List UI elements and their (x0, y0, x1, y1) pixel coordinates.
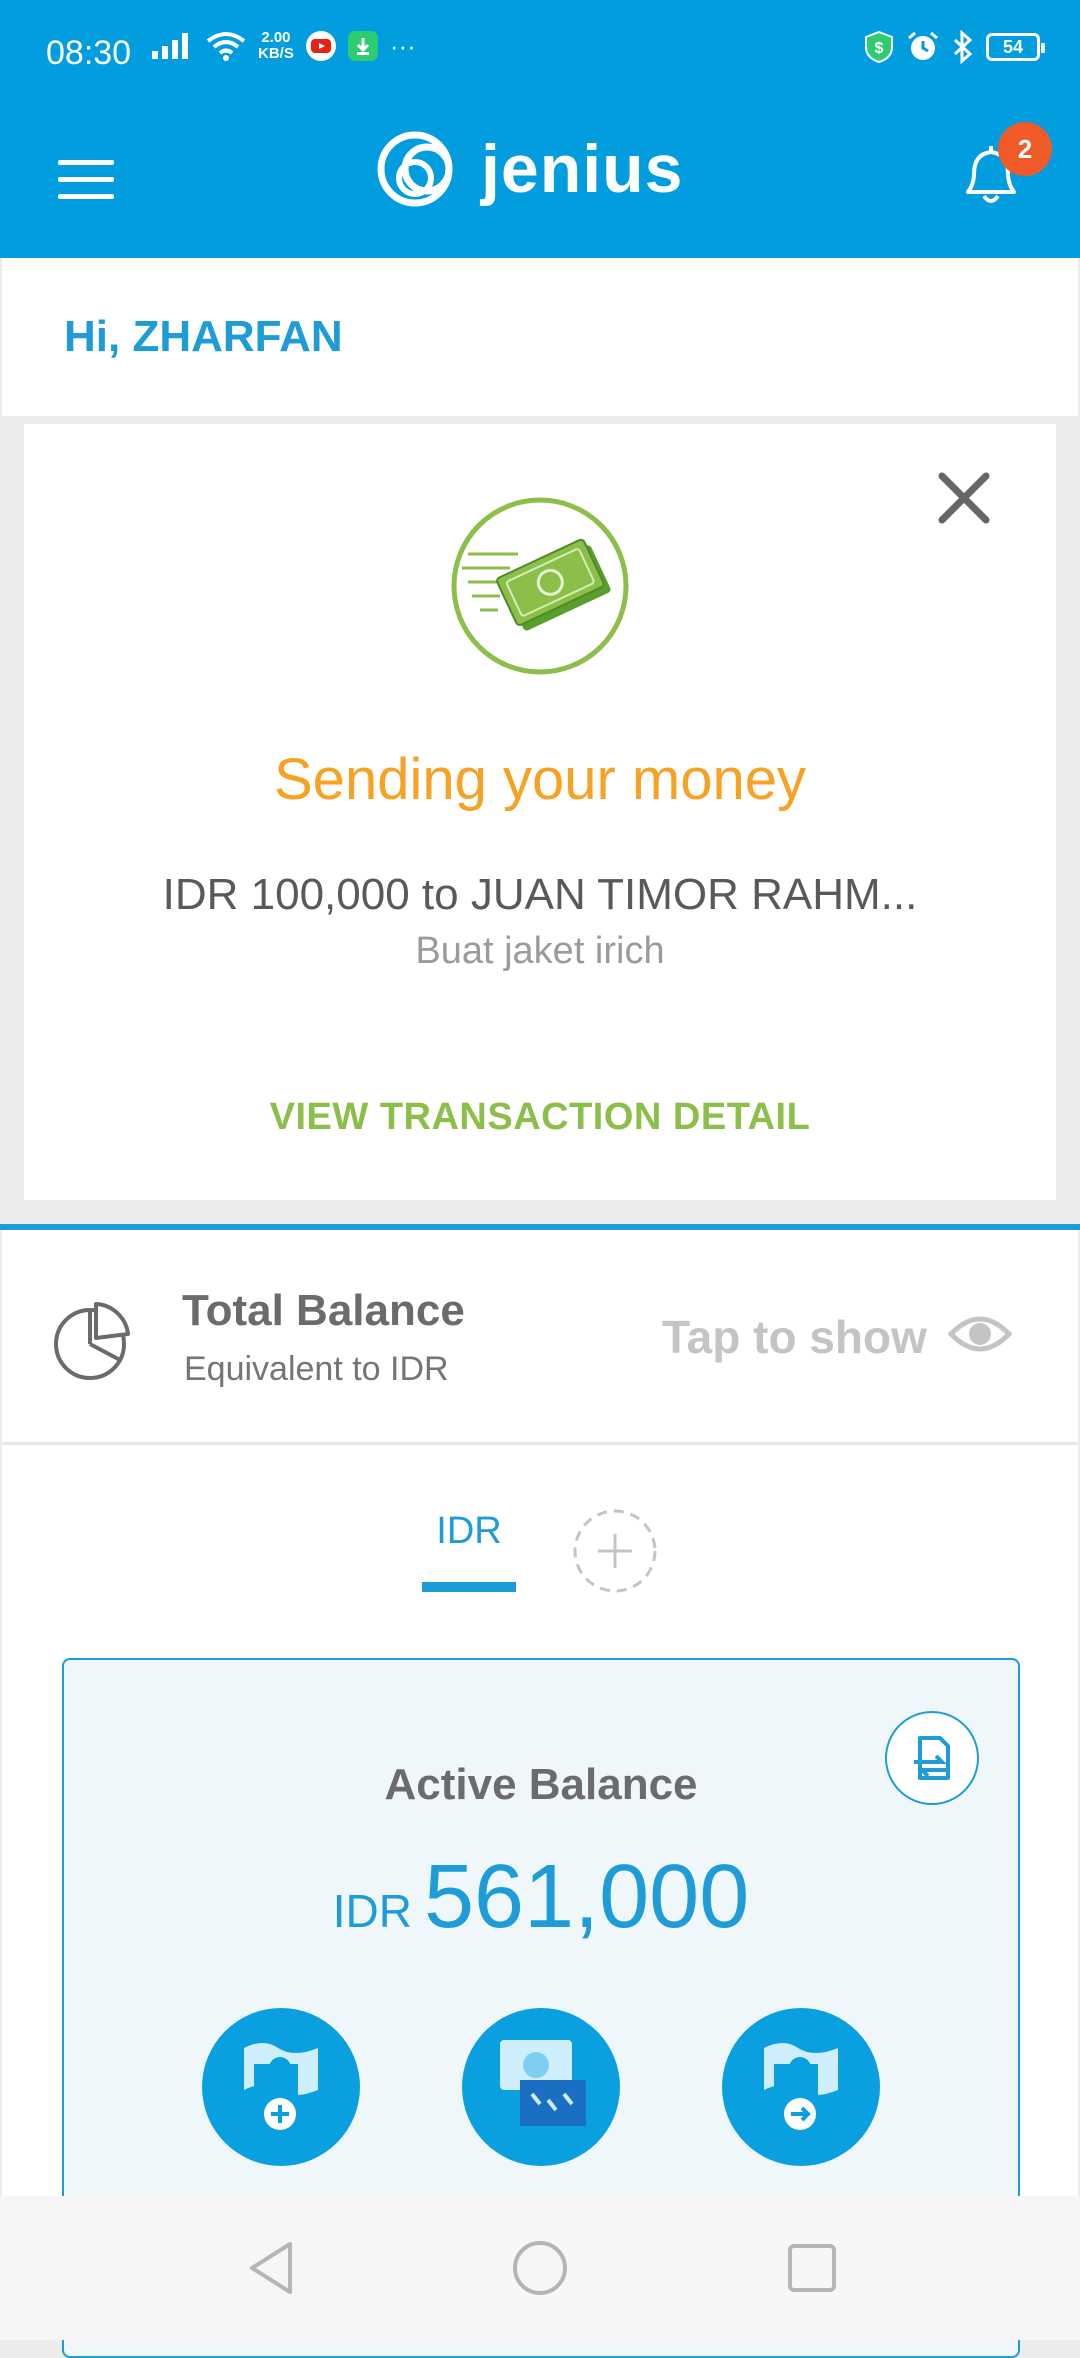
withdraw-button[interactable] (462, 2008, 620, 2166)
logo-text: jenius (481, 131, 684, 207)
greeting-text: Hi, ZHARFAN (64, 312, 343, 361)
sending-title: Sending your money (274, 747, 806, 812)
tap-to-show-label[interactable]: Tap to show (662, 1310, 927, 1364)
greeting-bar: Hi, ZHARFAN (2, 258, 1078, 416)
svg-text:$: $ (875, 40, 884, 57)
top-up-button[interactable] (202, 2008, 360, 2166)
money-send-icon (764, 2043, 838, 2130)
total-balance-row[interactable]: Total Balance Equivalent to IDR Tap to s… (2, 1230, 1078, 1445)
app-header: 08:30 2.00 KB/S ··· $ 54 jenius 2 (0, 0, 1080, 258)
eye-icon[interactable] (948, 1310, 1012, 1358)
balance-panel: Total Balance Equivalent to IDR Tap to s… (2, 1230, 1078, 2358)
total-balance-title: Total Balance (182, 1286, 465, 1335)
jenius-logo-icon (377, 131, 453, 207)
atm-withdraw-icon (500, 2040, 586, 2126)
status-icons-right: $ 54 (864, 30, 1045, 64)
wifi-icon (206, 32, 246, 61)
pie-chart-icon (54, 1302, 130, 1380)
view-transaction-detail-link[interactable]: VIEW TRANSACTION DETAIL (24, 1096, 1056, 1139)
signal-icon (152, 33, 188, 59)
total-balance-subtitle: Equivalent to IDR (184, 1350, 449, 1388)
bluetooth-icon (953, 30, 973, 64)
jenius-logo: jenius (375, 128, 684, 210)
close-icon[interactable] (936, 470, 992, 526)
status-bar: 08:30 2.00 KB/S ··· $ 54 (0, 0, 1080, 110)
status-time: 08:30 (46, 34, 132, 72)
download-icon (347, 31, 378, 61)
balance-value: 561,000 (423, 1847, 750, 1947)
shield-dollar-icon: $ (865, 30, 893, 64)
network-speed: 2.00 KB/S (258, 29, 294, 62)
active-balance-title: Active Balance (384, 1760, 698, 1809)
system-navigation-bar (0, 2196, 1080, 2340)
sending-money-card: Sending your money IDR 100,000 to JUAN T… (24, 424, 1056, 1200)
battery-indicator: 54 (986, 33, 1045, 61)
recent-apps-icon[interactable] (784, 2240, 840, 2296)
transfer-note: Buat jaket irich (415, 930, 665, 972)
tab-idr[interactable]: IDR (422, 1510, 516, 1553)
notification-badge: 2 (998, 122, 1052, 176)
transfer-button[interactable] (722, 2008, 880, 2166)
money-transfer-icon (451, 497, 629, 675)
status-icons-left: 2.00 KB/S ··· (150, 30, 416, 62)
plus-icon[interactable] (572, 1508, 658, 1594)
money-add-icon (244, 2043, 318, 2130)
more-notifications-icon: ··· (389, 31, 416, 61)
active-balance-amount: IDR 561,000 (64, 1846, 1018, 1949)
tab-idr-indicator (422, 1582, 516, 1592)
alarm-icon (908, 31, 938, 60)
back-icon[interactable] (242, 2238, 302, 2298)
balance-currency: IDR (332, 1885, 412, 1937)
menu-button[interactable] (58, 160, 114, 200)
home-icon[interactable] (510, 2238, 570, 2298)
transfer-amount-recipient: IDR 100,000 to JUAN TIMOR RAHM... (162, 870, 918, 919)
youtube-icon (305, 31, 336, 61)
